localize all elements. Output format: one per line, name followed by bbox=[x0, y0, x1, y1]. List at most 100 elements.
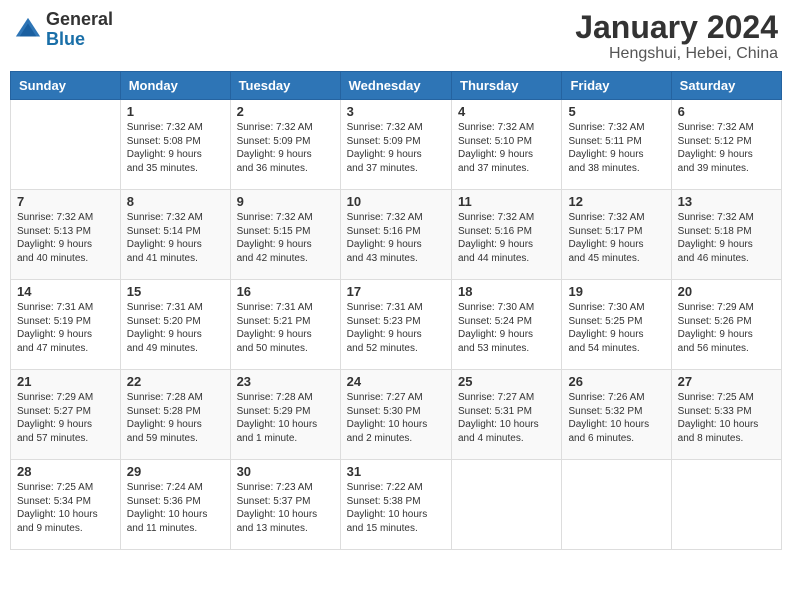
title-block: January 2024 Hengshui, Hebei, China bbox=[575, 10, 778, 63]
day-number: 24 bbox=[347, 374, 445, 389]
day-number: 21 bbox=[17, 374, 114, 389]
day-number: 25 bbox=[458, 374, 555, 389]
calendar-cell: 8Sunrise: 7:32 AM Sunset: 5:14 PM Daylig… bbox=[120, 190, 230, 280]
calendar-cell: 19 Sunrise: 7:30 AM Sunset: 5:25 PM Dayli… bbox=[562, 280, 671, 370]
calendar-cell: 23Sunrise: 7:28 AM Sunset: 5:29 PM Dayli… bbox=[230, 370, 340, 460]
day-info: Sunrise: 7:28 AM Sunset: 5:29 PM Dayligh… bbox=[237, 391, 334, 445]
calendar-cell: 30 Sunrise: 7:23 AM Sunset: 5:37 PM Dayli… bbox=[230, 460, 340, 550]
day-number: 30 bbox=[237, 464, 334, 479]
calendar-cell: 7 Sunrise: 7:32 AM Sunset: 5:13 PM Daylig… bbox=[11, 190, 121, 280]
day-info: Sunrise: 7:26 AM Sunset: 5:32 PM Dayligh… bbox=[568, 391, 664, 445]
calendar-cell: 1Sunrise: 7:32 AM Sunset: 5:08 PM Daylig… bbox=[120, 100, 230, 190]
day-number: 12 bbox=[568, 194, 664, 209]
day-info: Sunrise: 7:32 AM Sunset: 5:12 PM Dayligh… bbox=[678, 121, 775, 175]
day-info: Sunrise: 7:29 AM Sunset: 5:27 PM Dayligh… bbox=[17, 391, 114, 445]
day-of-week-header: Friday bbox=[562, 72, 671, 100]
day-info: Sunrise: 7:32 AM Sunset: 5:16 PM Dayligh… bbox=[458, 211, 555, 265]
calendar-cell: 17Sunrise: 7:31 AM Sunset: 5:23 PM Dayli… bbox=[340, 280, 451, 370]
day-number: 10 bbox=[347, 194, 445, 209]
day-number: 13 bbox=[678, 194, 775, 209]
day-of-week-header: Sunday bbox=[11, 72, 121, 100]
day-info: Sunrise: 7:30 AM Sunset: 5:24 PM Dayligh… bbox=[458, 301, 555, 355]
day-info: Sunrise: 7:31 AM Sunset: 5:19 PM Dayligh… bbox=[17, 301, 114, 355]
calendar-cell: 12 Sunrise: 7:32 AM Sunset: 5:17 PM Dayli… bbox=[562, 190, 671, 280]
calendar-week-row: 21 Sunrise: 7:29 AM Sunset: 5:27 PM Dayli… bbox=[11, 370, 782, 460]
day-info: Sunrise: 7:32 AM Sunset: 5:11 PM Dayligh… bbox=[568, 121, 664, 175]
calendar-cell: 2Sunrise: 7:32 AM Sunset: 5:09 PM Daylig… bbox=[230, 100, 340, 190]
day-of-week-header: Tuesday bbox=[230, 72, 340, 100]
day-of-week-header: Thursday bbox=[452, 72, 562, 100]
day-info: Sunrise: 7:32 AM Sunset: 5:10 PM Dayligh… bbox=[458, 121, 555, 175]
calendar-cell: 20Sunrise: 7:29 AM Sunset: 5:26 PM Dayli… bbox=[671, 280, 781, 370]
day-info: Sunrise: 7:32 AM Sunset: 5:13 PM Dayligh… bbox=[17, 211, 114, 265]
day-number: 28 bbox=[17, 464, 114, 479]
day-info: Sunrise: 7:32 AM Sunset: 5:08 PM Dayligh… bbox=[127, 121, 224, 175]
day-info: Sunrise: 7:31 AM Sunset: 5:21 PM Dayligh… bbox=[237, 301, 334, 355]
day-number: 29 bbox=[127, 464, 224, 479]
calendar-table: SundayMondayTuesdayWednesdayThursdayFrid… bbox=[10, 71, 782, 550]
day-of-week-header: Monday bbox=[120, 72, 230, 100]
day-number: 7 bbox=[17, 194, 114, 209]
logo-text: General Blue bbox=[46, 10, 113, 50]
day-info: Sunrise: 7:32 AM Sunset: 5:15 PM Dayligh… bbox=[237, 211, 334, 265]
day-info: Sunrise: 7:27 AM Sunset: 5:30 PM Dayligh… bbox=[347, 391, 445, 445]
day-number: 11 bbox=[458, 194, 555, 209]
calendar-cell: 15 Sunrise: 7:31 AM Sunset: 5:20 PM Dayli… bbox=[120, 280, 230, 370]
month-title: January 2024 bbox=[575, 10, 778, 45]
day-info: Sunrise: 7:28 AM Sunset: 5:28 PM Dayligh… bbox=[127, 391, 224, 445]
calendar-cell: 29 Sunrise: 7:24 AM Sunset: 5:36 PM Dayli… bbox=[120, 460, 230, 550]
calendar-cell: 16 Sunrise: 7:31 AM Sunset: 5:21 PM Dayli… bbox=[230, 280, 340, 370]
day-info: Sunrise: 7:25 AM Sunset: 5:34 PM Dayligh… bbox=[17, 481, 114, 535]
calendar-cell: 11 Sunrise: 7:32 AM Sunset: 5:16 PM Dayli… bbox=[452, 190, 562, 280]
calendar-cell: 22 Sunrise: 7:28 AM Sunset: 5:28 PM Dayli… bbox=[120, 370, 230, 460]
calendar-cell: 10 Sunrise: 7:32 AM Sunset: 5:16 PM Dayli… bbox=[340, 190, 451, 280]
calendar-header-row: SundayMondayTuesdayWednesdayThursdayFrid… bbox=[11, 72, 782, 100]
calendar-cell: 9 Sunrise: 7:32 AM Sunset: 5:15 PM Daylig… bbox=[230, 190, 340, 280]
day-info: Sunrise: 7:32 AM Sunset: 5:16 PM Dayligh… bbox=[347, 211, 445, 265]
day-info: Sunrise: 7:32 AM Sunset: 5:17 PM Dayligh… bbox=[568, 211, 664, 265]
day-number: 9 bbox=[237, 194, 334, 209]
day-info: Sunrise: 7:31 AM Sunset: 5:23 PM Dayligh… bbox=[347, 301, 445, 355]
logo-blue-text: Blue bbox=[46, 29, 85, 49]
calendar-cell bbox=[562, 460, 671, 550]
calendar-cell: 4Sunrise: 7:32 AM Sunset: 5:10 PM Daylig… bbox=[452, 100, 562, 190]
day-of-week-header: Saturday bbox=[671, 72, 781, 100]
calendar-cell bbox=[671, 460, 781, 550]
day-number: 6 bbox=[678, 104, 775, 119]
calendar-cell: 27Sunrise: 7:25 AM Sunset: 5:33 PM Dayli… bbox=[671, 370, 781, 460]
calendar-cell: 28 Sunrise: 7:25 AM Sunset: 5:34 PM Dayli… bbox=[11, 460, 121, 550]
calendar-cell: 5 Sunrise: 7:32 AM Sunset: 5:11 PM Daylig… bbox=[562, 100, 671, 190]
day-number: 19 bbox=[568, 284, 664, 299]
day-info: Sunrise: 7:32 AM Sunset: 5:18 PM Dayligh… bbox=[678, 211, 775, 265]
calendar-cell: 13 Sunrise: 7:32 AM Sunset: 5:18 PM Dayli… bbox=[671, 190, 781, 280]
calendar-cell: 31Sunrise: 7:22 AM Sunset: 5:38 PM Dayli… bbox=[340, 460, 451, 550]
day-number: 31 bbox=[347, 464, 445, 479]
day-number: 14 bbox=[17, 284, 114, 299]
page-header: General Blue January 2024 Hengshui, Hebe… bbox=[10, 10, 782, 63]
calendar-week-row: 7 Sunrise: 7:32 AM Sunset: 5:13 PM Daylig… bbox=[11, 190, 782, 280]
calendar-week-row: 28 Sunrise: 7:25 AM Sunset: 5:34 PM Dayli… bbox=[11, 460, 782, 550]
calendar-week-row: 1Sunrise: 7:32 AM Sunset: 5:08 PM Daylig… bbox=[11, 100, 782, 190]
calendar-cell: 6 Sunrise: 7:32 AM Sunset: 5:12 PM Daylig… bbox=[671, 100, 781, 190]
calendar-cell: 25Sunrise: 7:27 AM Sunset: 5:31 PM Dayli… bbox=[452, 370, 562, 460]
day-number: 18 bbox=[458, 284, 555, 299]
calendar-cell: 24 Sunrise: 7:27 AM Sunset: 5:30 PM Dayli… bbox=[340, 370, 451, 460]
day-info: Sunrise: 7:24 AM Sunset: 5:36 PM Dayligh… bbox=[127, 481, 224, 535]
day-of-week-header: Wednesday bbox=[340, 72, 451, 100]
calendar-week-row: 14 Sunrise: 7:31 AM Sunset: 5:19 PM Dayli… bbox=[11, 280, 782, 370]
day-info: Sunrise: 7:23 AM Sunset: 5:37 PM Dayligh… bbox=[237, 481, 334, 535]
day-number: 3 bbox=[347, 104, 445, 119]
day-number: 5 bbox=[568, 104, 664, 119]
day-number: 15 bbox=[127, 284, 224, 299]
day-info: Sunrise: 7:31 AM Sunset: 5:20 PM Dayligh… bbox=[127, 301, 224, 355]
calendar-cell: 26Sunrise: 7:26 AM Sunset: 5:32 PM Dayli… bbox=[562, 370, 671, 460]
day-number: 8 bbox=[127, 194, 224, 209]
day-info: Sunrise: 7:30 AM Sunset: 5:25 PM Dayligh… bbox=[568, 301, 664, 355]
day-info: Sunrise: 7:29 AM Sunset: 5:26 PM Dayligh… bbox=[678, 301, 775, 355]
calendar-cell: 21 Sunrise: 7:29 AM Sunset: 5:27 PM Dayli… bbox=[11, 370, 121, 460]
day-number: 22 bbox=[127, 374, 224, 389]
calendar-cell: 18 Sunrise: 7:30 AM Sunset: 5:24 PM Dayli… bbox=[452, 280, 562, 370]
day-info: Sunrise: 7:32 AM Sunset: 5:09 PM Dayligh… bbox=[237, 121, 334, 175]
calendar-cell bbox=[452, 460, 562, 550]
day-number: 16 bbox=[237, 284, 334, 299]
